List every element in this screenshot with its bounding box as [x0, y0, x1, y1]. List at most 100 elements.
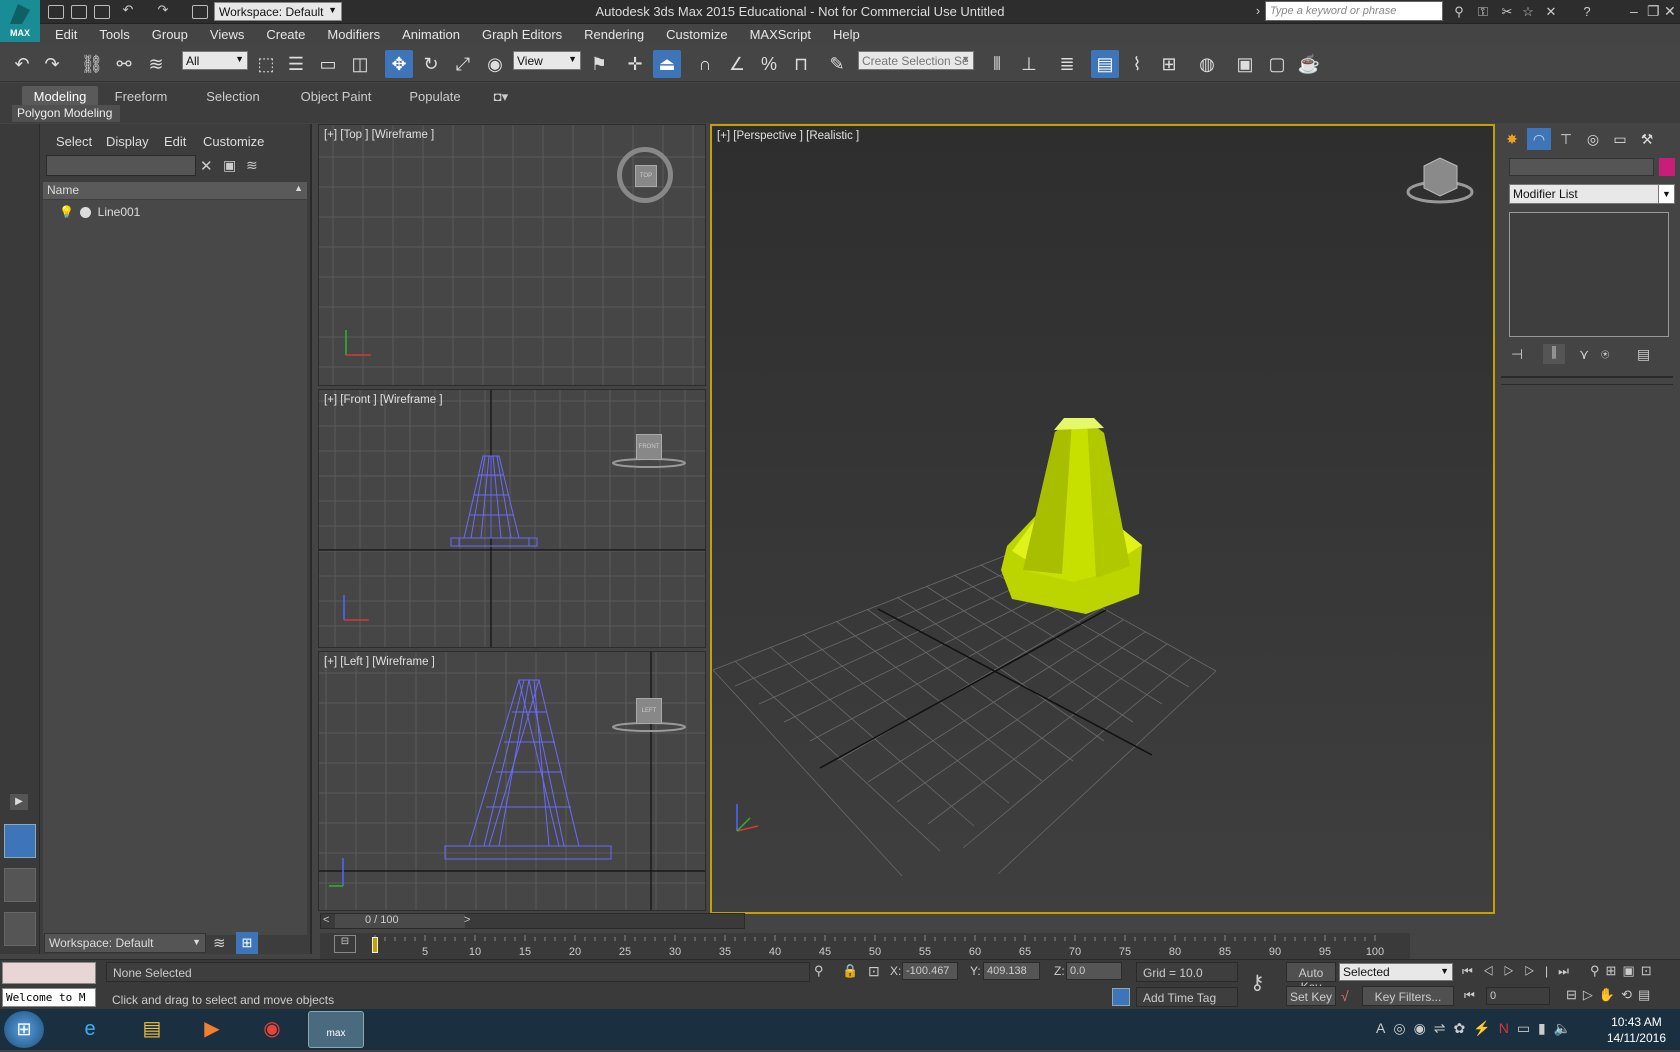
media-player-icon[interactable]: ▶	[184, 1011, 240, 1048]
viewport-left[interactable]: LEFT [+] [Left ] [Wireframe ]	[318, 651, 706, 911]
layers-icon[interactable]: ≋	[213, 934, 226, 952]
redo-icon[interactable]: ↷	[156, 3, 170, 17]
named-selection-sets-dropdown[interactable]: Create Selection Se ▼	[858, 51, 974, 70]
layout-tab-3[interactable]	[4, 912, 36, 946]
chevron-right-icon[interactable]: ›	[1251, 4, 1265, 18]
select-and-rotate-icon[interactable]: ↻	[417, 50, 445, 78]
go-to-start-icon[interactable]: ⏮	[1462, 964, 1483, 978]
pin-stack-icon[interactable]: ⊣	[1511, 346, 1523, 363]
layout-tab-2[interactable]	[4, 868, 36, 902]
angle-snap-icon[interactable]: ∠	[723, 50, 751, 78]
current-frame-marker[interactable]	[372, 937, 378, 953]
menu-customize[interactable]: Customize	[655, 24, 738, 46]
current-frame-field[interactable]: 0	[1486, 987, 1550, 1005]
time-slider-thumb[interactable]: 0 / 100	[335, 914, 465, 928]
remove-modifier-icon[interactable]: ⍟	[1601, 346, 1609, 363]
motion-tab-icon[interactable]: ◎	[1581, 128, 1605, 150]
tab-freeform[interactable]: Freeform	[108, 86, 174, 106]
auto-key-button[interactable]: Auto Key	[1286, 962, 1336, 994]
polygon-modeling-panel[interactable]: Polygon Modeling	[12, 105, 120, 122]
time-slider-next[interactable]: >	[464, 914, 470, 926]
autodesk-tray-icon[interactable]: A	[1376, 1020, 1393, 1036]
curve-editor-icon[interactable]: ⌇	[1123, 50, 1151, 78]
set-key-button[interactable]: Set Key	[1286, 986, 1336, 1006]
select-object-icon[interactable]: ⬚	[252, 50, 280, 78]
save-file-icon[interactable]	[94, 5, 110, 19]
maximize-viewport-icon[interactable]: ▤	[1638, 987, 1656, 1002]
clear-search-icon[interactable]: ✕	[200, 157, 213, 175]
window-crossing-icon[interactable]: ◫	[346, 50, 374, 78]
zoom-icon[interactable]: ⚲	[1590, 963, 1606, 978]
menu-graph-editors[interactable]: Graph Editors	[471, 24, 573, 46]
create-tab-icon[interactable]: ✸	[1500, 128, 1524, 150]
select-by-name-icon[interactable]: ☰	[282, 50, 310, 78]
x-icon[interactable]: ✕	[1544, 5, 1558, 19]
edit-named-selection-icon[interactable]: ✎	[823, 50, 851, 78]
freeze-icon[interactable]	[80, 207, 92, 219]
previous-frame-icon[interactable]: ◁	[1483, 964, 1504, 978]
3dsmax-taskbar-icon[interactable]: max	[308, 1011, 364, 1048]
toggle-scene-explorer-icon[interactable]: ▤	[1091, 50, 1119, 78]
tray-clock[interactable]: 10:43 AM 14/11/2016	[1607, 1014, 1666, 1046]
start-button[interactable]: ⊞	[4, 1011, 44, 1048]
reference-coordinate-dropdown[interactable]: View ▼	[513, 51, 581, 70]
lightbulb-icon[interactable]: 💡	[59, 205, 74, 219]
go-to-end-icon[interactable]: ⏭	[1558, 964, 1579, 978]
zoom-extents-icon[interactable]: ▣	[1622, 963, 1640, 978]
zoom-all-icon[interactable]: ⊞	[1606, 963, 1623, 978]
pan-view-icon[interactable]: ✋	[1599, 987, 1621, 1002]
percent-snap-icon[interactable]: %	[755, 50, 783, 78]
rectangular-selection-icon[interactable]: ▭	[314, 50, 342, 78]
y-coordinate-field[interactable]: 409.138	[983, 962, 1040, 980]
scene-search-input[interactable]	[46, 155, 196, 176]
viewcube-front[interactable]: FRONT	[636, 434, 662, 460]
help-icon[interactable]: ?	[1580, 5, 1594, 19]
pivot-center-icon[interactable]: ⚑	[585, 50, 613, 78]
mirror-icon[interactable]: ⫴	[983, 50, 1011, 78]
file-explorer-icon[interactable]: ▤	[124, 1011, 180, 1048]
undo-icon[interactable]: ↶	[121, 3, 135, 17]
tab-modeling[interactable]: Modeling	[22, 86, 98, 106]
tools-icon[interactable]: ✂	[1500, 5, 1514, 19]
keyboard-shortcut-override-icon[interactable]: ⏏	[653, 50, 681, 78]
ribbon-options-icon[interactable]: ◘▾	[486, 86, 516, 106]
snaps-toggle-icon[interactable]: ∩	[691, 50, 719, 78]
time-tag-icon[interactable]	[1112, 988, 1130, 1006]
time-slider[interactable]: < 0 / 100 >	[320, 913, 745, 929]
viewport-label-top[interactable]: [+] [Top ] [Wireframe ]	[324, 129, 434, 141]
hierarchy-icon[interactable]: ⊞	[236, 932, 258, 954]
object-name-field[interactable]	[1509, 158, 1654, 176]
viewport-label-front[interactable]: [+] [Front ] [Wireframe ]	[324, 394, 443, 406]
usb-tray-icon[interactable]: ⇌	[1434, 1020, 1454, 1036]
selection-filter-dropdown[interactable]: All ▼	[182, 51, 248, 70]
menu-edit[interactable]: Edit	[44, 24, 88, 46]
select-and-scale-icon[interactable]: ⤢	[449, 50, 477, 78]
list-item[interactable]: 💡 Line001	[59, 205, 140, 219]
se-menu-select[interactable]: Select	[56, 134, 92, 149]
place-icon[interactable]: ◉	[481, 50, 509, 78]
schematic-view-icon[interactable]: ⊞	[1155, 50, 1183, 78]
object-color-swatch[interactable]	[1659, 158, 1675, 176]
tab-populate[interactable]: Populate	[402, 86, 468, 106]
zoom-extents-all-icon[interactable]: ⊡	[1641, 963, 1658, 978]
menu-help[interactable]: Help	[822, 24, 871, 46]
spinner-snap-icon[interactable]: ⊓	[787, 50, 815, 78]
signal-tray-icon[interactable]: ▮	[1538, 1020, 1554, 1036]
display-tray-icon[interactable]: ▭	[1517, 1020, 1538, 1036]
show-end-result-icon[interactable]: ∥	[1543, 344, 1565, 364]
align-icon[interactable]: ⊥	[1015, 50, 1043, 78]
render-production-icon[interactable]: ☕	[1295, 50, 1323, 78]
volume-tray-icon[interactable]: 🔈	[1554, 1020, 1579, 1036]
viewport-top[interactable]: TOP [+] [Top ] [Wireframe ]	[318, 124, 706, 386]
menu-animation[interactable]: Animation	[391, 24, 471, 46]
open-file-icon[interactable]	[71, 5, 87, 19]
column-header-name[interactable]: Name ▲	[43, 182, 307, 199]
track-bar[interactable]: ⊟ 5 10 15 20 25 30 35 40 45 50 55 60 65 70 75 80 85 90 95 1…	[320, 933, 1410, 959]
minimize-icon[interactable]: –	[1630, 3, 1638, 19]
key-filters-button[interactable]: Key Filters...	[1362, 986, 1454, 1006]
modify-tab-icon[interactable]: ◠	[1527, 128, 1551, 150]
project-folder-icon[interactable]	[192, 5, 208, 19]
viewcube-left[interactable]: LEFT	[636, 698, 662, 724]
z-coordinate-field[interactable]: 0.0	[1066, 962, 1122, 980]
se-menu-edit[interactable]: Edit	[164, 134, 186, 149]
